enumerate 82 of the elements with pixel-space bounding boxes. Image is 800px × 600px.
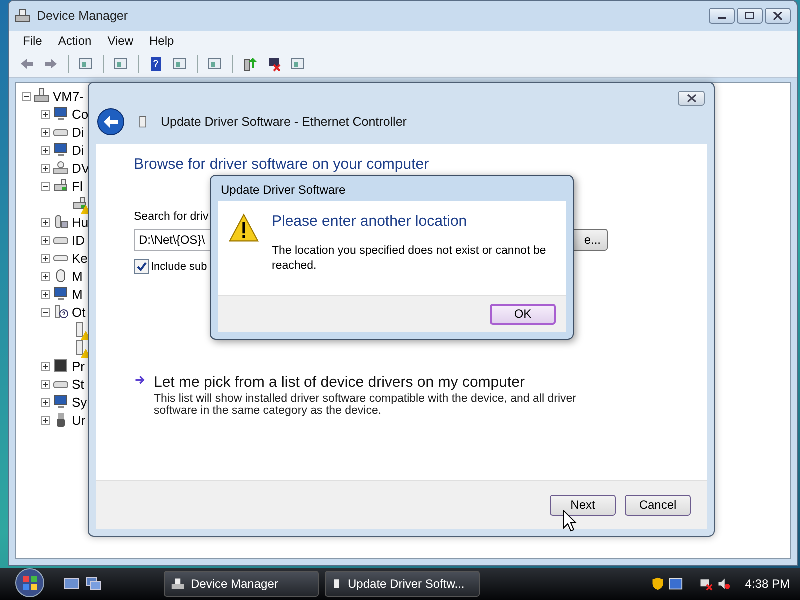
expander-icon[interactable] [41, 362, 50, 370]
show-desktop-icon [64, 576, 80, 592]
input-device-icon [53, 214, 69, 230]
network-card-icon [72, 196, 88, 212]
warning-icon [228, 213, 260, 243]
expander-icon[interactable] [41, 272, 50, 280]
menu-item[interactable]: File [15, 34, 50, 48]
tree-item[interactable]: Di [72, 124, 84, 140]
expander-icon[interactable] [41, 182, 50, 190]
tree-item[interactable]: Ke [72, 250, 88, 266]
dvd-drive-icon [53, 160, 69, 176]
expander-icon[interactable] [41, 290, 50, 298]
pick-option-description: This list will show installed driver software compatible with the device, and all driver software in the same category as the device. [154, 393, 578, 417]
expander-icon[interactable] [41, 398, 50, 406]
network-card-icon [53, 178, 69, 194]
device-manager-icon [171, 577, 185, 591]
tree-item[interactable]: Ur [72, 412, 86, 428]
speaker-icon [717, 576, 732, 592]
menu-item[interactable]: Action [50, 34, 100, 48]
windows-icon [669, 576, 684, 592]
tree-item[interactable]: Ot [72, 304, 86, 320]
cursor-icon [563, 510, 577, 532]
expander-icon[interactable] [41, 218, 50, 226]
menu-item[interactable]: View [100, 34, 142, 48]
question-device-icon [53, 304, 69, 320]
device-icon [137, 114, 149, 130]
close-icon [686, 94, 698, 103]
tree-item[interactable]: Co [72, 106, 89, 122]
checkbox[interactable] [134, 259, 149, 274]
wizard-title: Update Driver Software - Ethernet Controller [161, 115, 407, 129]
tree-item[interactable]: Hu [72, 214, 89, 230]
tree-item[interactable]: Sy [72, 394, 88, 410]
tree-item[interactable]: VM7- [53, 88, 84, 104]
pick-option-link[interactable]: Let me pick from a list of device drivers on my computer [154, 374, 525, 391]
expander-icon[interactable] [22, 92, 31, 100]
tree-item[interactable]: Di [72, 142, 84, 158]
back-button[interactable] [97, 108, 125, 136]
wizard-heading: Browse for driver software on your computer [134, 156, 430, 173]
expander-icon[interactable] [41, 308, 50, 316]
tree-item[interactable]: M [72, 268, 83, 284]
chip-icon [53, 358, 69, 374]
monitor-icon [53, 106, 69, 122]
dialog-heading: Please enter another location [272, 213, 468, 230]
tree-item[interactable]: St [72, 376, 84, 392]
menu-item[interactable]: Help [142, 34, 182, 48]
expander-icon[interactable] [41, 254, 50, 262]
expander-icon[interactable] [41, 236, 50, 244]
switch-windows-icon [86, 576, 102, 592]
wizard-button[interactable]: Cancel [625, 494, 691, 516]
window-title: Device Manager [37, 9, 128, 23]
wizard-button[interactable]: Next [550, 494, 616, 516]
close-button[interactable] [765, 8, 791, 24]
expander-icon[interactable] [41, 380, 50, 388]
expander-icon[interactable] [41, 164, 50, 172]
tree-item[interactable]: Pr [72, 358, 85, 374]
computer-icon [34, 88, 50, 104]
taskbar-button[interactable]: Device Manager [164, 571, 319, 597]
monitor-icon [53, 286, 69, 302]
monitor-icon [53, 394, 69, 410]
tree-item[interactable]: Fl [72, 178, 83, 194]
clock: 4:38 PM [745, 577, 790, 591]
device-manager-icon [15, 8, 31, 24]
expander-icon[interactable] [41, 128, 50, 136]
expander-icon[interactable] [41, 146, 50, 154]
dialog-message: The location you specified does not exist or cannot be reached. [272, 244, 548, 274]
minimize-button[interactable] [709, 8, 735, 24]
ok-button[interactable]: OK [490, 304, 556, 324]
search-label: Search for driv [134, 211, 209, 223]
device-icon [332, 577, 342, 591]
tree-item[interactable]: M [72, 286, 83, 302]
taskbar-button[interactable]: Update Driver Softw... [325, 571, 480, 597]
dialog-title: Update Driver Software [220, 182, 347, 199]
tree-item[interactable]: ID [72, 232, 85, 248]
close-button[interactable] [678, 91, 705, 106]
expander-icon[interactable] [41, 110, 50, 118]
checkbox-label: Include sub [151, 260, 208, 272]
monitor-icon [53, 142, 69, 158]
expander-icon[interactable] [41, 416, 50, 424]
maximize-icon [745, 12, 755, 20]
shield-icon [651, 576, 666, 592]
close-icon [773, 12, 783, 20]
maximize-button[interactable] [737, 8, 763, 24]
